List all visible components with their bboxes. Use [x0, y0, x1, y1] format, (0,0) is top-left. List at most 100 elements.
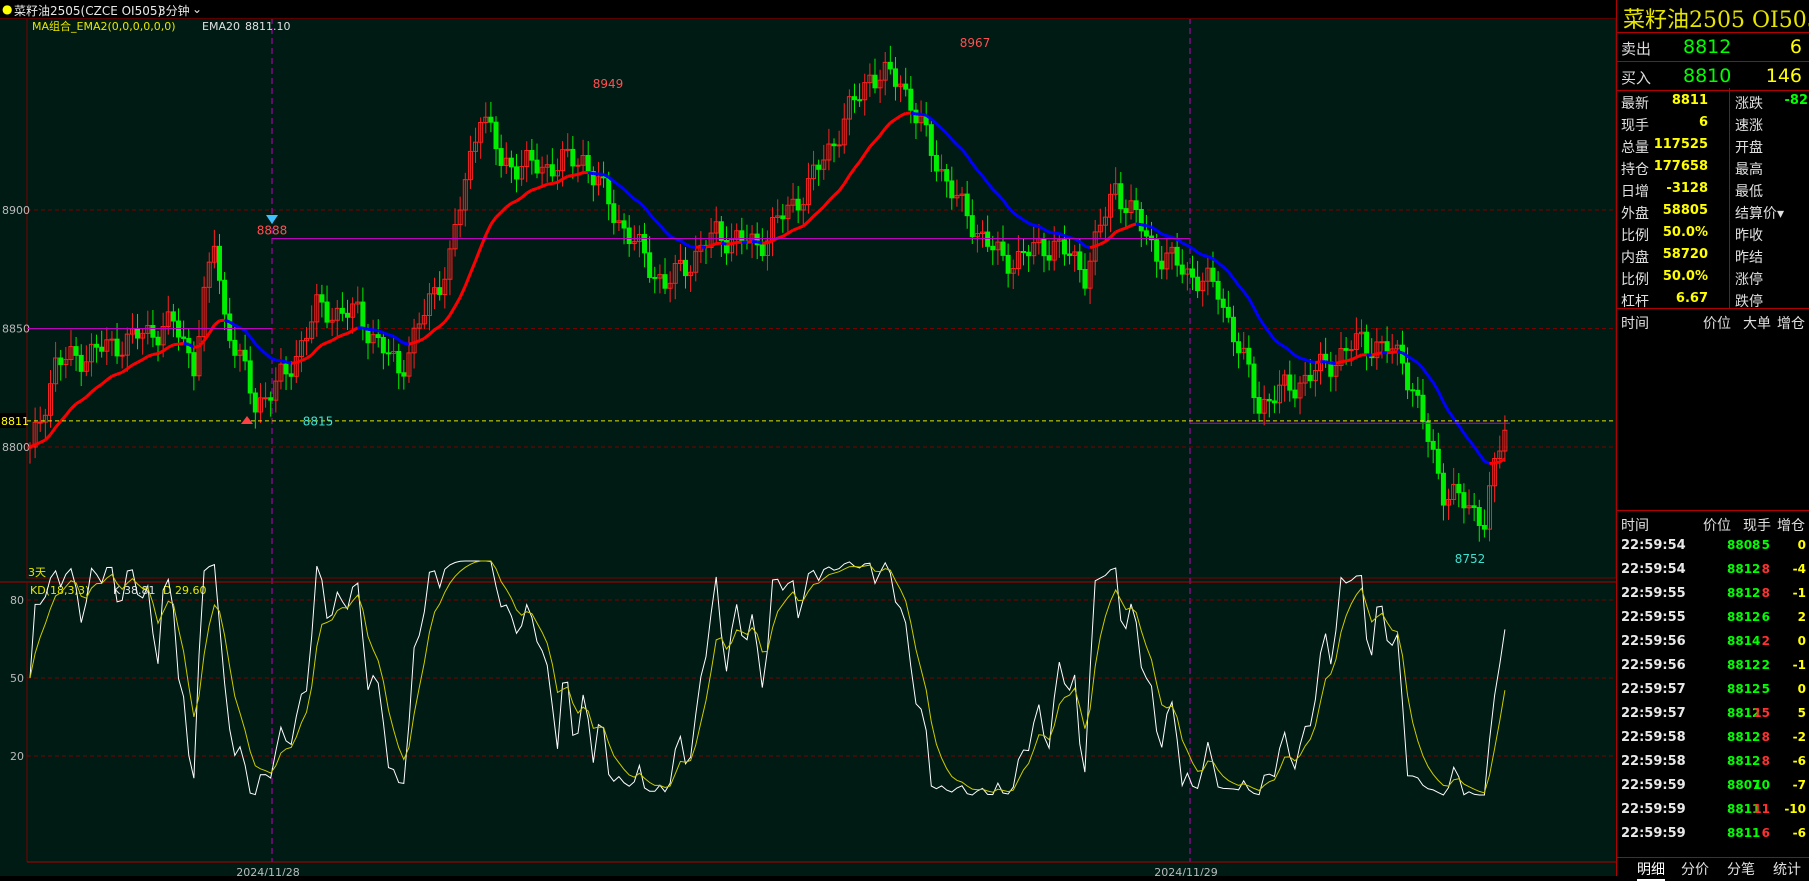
- tick-row[interactable]: 22:59:578812155: [1617, 702, 1809, 726]
- candle-body: [494, 122, 498, 148]
- annotation-8949: 8949: [593, 77, 624, 91]
- ema-line-segment: [849, 168, 854, 175]
- tick-price: 8812: [1727, 658, 1760, 672]
- tick-row[interactable]: 22:59:5888128-2: [1617, 726, 1809, 750]
- ema-line-segment: [1428, 375, 1433, 382]
- candle-body: [817, 165, 821, 169]
- candle-body: [177, 321, 181, 337]
- ema-line-segment: [250, 337, 255, 344]
- tick-row[interactable]: 22:59:55881262: [1617, 606, 1809, 630]
- ema-line-segment: [1095, 244, 1100, 246]
- chart-area[interactable]: 8900885088008811888888158949896787523天MA…: [0, 0, 1616, 876]
- tick-row[interactable]: 22:59:5588128-1: [1617, 582, 1809, 606]
- candle-body: [740, 231, 744, 241]
- ema-line-segment: [895, 116, 900, 119]
- stat-row: 比例50.0%涨停: [1617, 266, 1809, 288]
- ema-line-segment: [1218, 263, 1223, 267]
- tab-detail[interactable]: 明细: [1637, 859, 1665, 881]
- ema-line-segment: [40, 440, 45, 443]
- candle-body: [269, 398, 273, 400]
- ema-line-segment: [424, 334, 429, 338]
- stat-row: 现手6速涨: [1617, 112, 1809, 134]
- candle-body: [156, 337, 160, 345]
- candlestick-chart[interactable]: 8900885088008811888888158949896787523天MA…: [0, 0, 1616, 876]
- ema-line-segment: [373, 330, 378, 331]
- candle-body: [1344, 349, 1348, 351]
- ema-line-segment: [404, 343, 409, 344]
- tab-stats[interactable]: 统计: [1773, 859, 1801, 879]
- divider: [1617, 510, 1809, 511]
- ema-line-segment: [301, 358, 306, 360]
- candle-body: [1134, 201, 1138, 210]
- candle-body: [576, 165, 580, 166]
- candle-body: [760, 245, 764, 256]
- ema-line-segment: [1397, 352, 1402, 353]
- stat-row: 比例50.0%昨收: [1617, 222, 1809, 244]
- ema-line-segment: [1336, 362, 1341, 363]
- ema-line-segment: [890, 119, 895, 122]
- candle-body: [1288, 375, 1292, 390]
- candle-body: [120, 355, 124, 356]
- candle-body: [509, 158, 513, 167]
- candle-body: [837, 145, 841, 146]
- symbol-title[interactable]: 菜籽油2505(CZCE OI505): [14, 2, 162, 19]
- buy-row[interactable]: 买入 8810 146: [1617, 62, 1809, 91]
- ema-line-segment: [132, 362, 137, 365]
- stat-label: 最高: [1735, 159, 1763, 179]
- tick-row[interactable]: 22:59:5988116-6: [1617, 822, 1809, 846]
- tick-row[interactable]: 22:59:5688122-1: [1617, 654, 1809, 678]
- candle-body: [1027, 252, 1031, 255]
- period-selector[interactable]: 3分钟: [158, 2, 190, 19]
- tick-oi-change: -1: [1793, 658, 1806, 672]
- buy-volume: 146: [1766, 65, 1802, 87]
- ema-line-segment: [1341, 361, 1346, 362]
- ema-line-segment: [97, 384, 102, 387]
- tick-row[interactable]: 22:59:5488128-4: [1617, 558, 1809, 582]
- ema-line-segment: [860, 154, 865, 162]
- tick-volume: 8: [1762, 562, 1770, 576]
- stat-label: 最新: [1621, 93, 1649, 113]
- ema-line-segment: [399, 340, 404, 343]
- candle-body: [1426, 422, 1430, 442]
- tick-row[interactable]: 22:59:54880850: [1617, 534, 1809, 558]
- ema-line-segment: [1474, 447, 1479, 455]
- stat-label: 现手: [1621, 115, 1649, 135]
- candle-body: [115, 339, 119, 356]
- candle-body: [182, 337, 186, 338]
- ema-line-segment: [388, 335, 393, 337]
- candle-body: [945, 170, 949, 181]
- tick-row[interactable]: 22:59:5888128-6: [1617, 750, 1809, 774]
- tab-price[interactable]: 分价: [1681, 859, 1709, 879]
- ema-line-segment: [977, 170, 982, 176]
- tick-row[interactable]: 22:59:59881111-10: [1617, 798, 1809, 822]
- sell-row[interactable]: 卖出 8812 6: [1617, 33, 1809, 62]
- ema-line-segment: [1479, 454, 1484, 461]
- candle-body: [1216, 281, 1220, 299]
- ema-line-segment: [1192, 248, 1197, 252]
- ema-line-segment: [639, 202, 644, 207]
- tick-row[interactable]: 22:59:56881420: [1617, 630, 1809, 654]
- ema-line-segment: [552, 182, 557, 183]
- tick-row[interactable]: 22:59:57881250: [1617, 678, 1809, 702]
- candle-body: [873, 75, 877, 88]
- ema-line-segment: [1464, 433, 1469, 440]
- candles: [28, 46, 1507, 542]
- ema-line-segment: [1131, 224, 1136, 226]
- tick-time: 22:59:55: [1621, 610, 1686, 625]
- ema-line-segment: [342, 333, 347, 335]
- ema-line-segment: [870, 141, 875, 147]
- tab-ticks[interactable]: 分笔: [1727, 859, 1755, 879]
- tick-oi-change: 5: [1798, 706, 1806, 720]
- ema-line-segment: [66, 409, 71, 416]
- candle-body: [904, 84, 908, 89]
- ema-line-segment: [1203, 255, 1208, 256]
- candle-body: [79, 355, 83, 371]
- candle-body: [171, 312, 175, 321]
- candle-body: [1457, 484, 1461, 492]
- tick-row[interactable]: 22:59:59880710-7: [1617, 774, 1809, 798]
- kd-axis-label: 20: [10, 750, 24, 763]
- ema-line-segment: [1413, 360, 1418, 363]
- chevron-down-icon[interactable]: ⌄: [192, 2, 202, 16]
- ema-line-segment: [1152, 227, 1157, 230]
- stat-label: 昨收: [1735, 225, 1763, 245]
